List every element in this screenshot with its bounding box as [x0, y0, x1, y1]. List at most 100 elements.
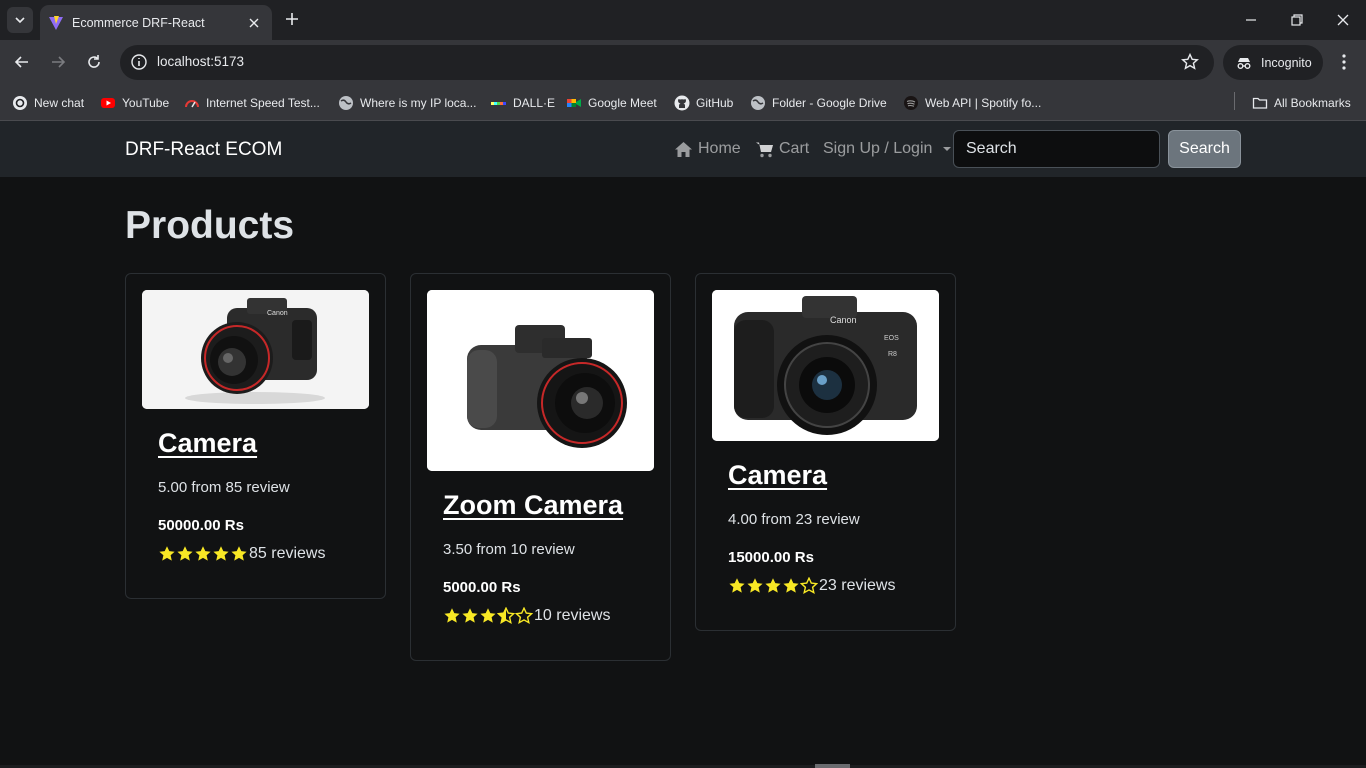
star-full-icon [195, 546, 211, 561]
product-reviews-count: 85 reviews [249, 545, 326, 562]
bookmark-google-meet[interactable]: Google Meet [566, 94, 657, 112]
dalle-icon [491, 102, 506, 105]
nav-home-label: Home [698, 140, 741, 157]
star-full-icon [462, 608, 478, 623]
incognito-label: Incognito [1261, 55, 1312, 70]
browser-tab-strip: Ecommerce DRF-React [0, 0, 1366, 40]
bookmark-label: Internet Speed Test... [206, 96, 320, 110]
star-full-icon [444, 608, 460, 623]
product-image[interactable] [427, 290, 654, 471]
product-rating-text: 3.50 from 10 review [443, 541, 575, 558]
star-empty-icon [515, 607, 533, 624]
all-bookmarks-label: All Bookmarks [1274, 96, 1351, 110]
tab-close-icon[interactable] [246, 15, 262, 31]
product-price: 50000.00 Rs [158, 517, 244, 534]
tab-search-button[interactable] [7, 7, 33, 33]
bookmark-star-icon[interactable] [1180, 52, 1200, 72]
rating-stars [728, 577, 818, 595]
svg-text:Canon: Canon [830, 315, 857, 325]
svg-text:R8: R8 [888, 351, 897, 358]
product-reviews-count: 10 reviews [534, 607, 611, 624]
camera-image-icon: Canon [142, 290, 369, 409]
nav-home-link[interactable]: Home [674, 140, 741, 158]
star-full-icon [765, 578, 781, 593]
bookmark-speedtest[interactable]: Internet Speed Test... [184, 94, 320, 112]
close-window-icon[interactable] [1333, 10, 1353, 30]
star-full-icon [213, 546, 229, 561]
chatgpt-icon [13, 96, 27, 110]
star-empty-icon [800, 577, 818, 594]
github-icon [674, 95, 690, 111]
star-full-icon [747, 578, 763, 593]
product-search-input[interactable] [953, 130, 1160, 168]
search-button[interactable]: Search [1168, 130, 1241, 168]
star-full-icon [159, 546, 175, 561]
home-icon [675, 141, 692, 157]
reload-icon[interactable] [84, 52, 104, 72]
tab-title: Ecommerce DRF-React [72, 15, 205, 30]
product-rating-text: 4.00 from 23 review [728, 511, 860, 528]
youtube-icon [101, 98, 115, 108]
product-star-rating: 85 reviews [158, 545, 325, 563]
incognito-icon [1237, 57, 1251, 69]
product-card: Canon Camera 5.00 from 85 review 50000.0… [125, 273, 386, 599]
product-reviews-count: 23 reviews [819, 577, 896, 594]
star-half-icon [497, 607, 515, 624]
bookmark-label: New chat [34, 96, 85, 110]
product-name-link[interactable]: Camera [728, 460, 827, 491]
rating-stars [158, 545, 248, 563]
new-tab-plus-icon[interactable] [283, 10, 301, 28]
product-rating-text: 5.00 from 85 review [158, 479, 290, 496]
product-name-link[interactable]: Zoom Camera [443, 490, 623, 521]
bookmarks-bar: New chat YouTube Internet Speed Test... … [0, 85, 1366, 121]
browser-menu-icon[interactable] [1334, 52, 1354, 72]
star-full-icon [729, 578, 745, 593]
all-bookmarks-button[interactable]: All Bookmarks [1252, 94, 1351, 112]
bookmark-google-drive-folder[interactable]: Folder - Google Drive [750, 94, 887, 112]
vite-favicon-icon [49, 15, 63, 30]
nav-account-label: Sign Up / Login [823, 140, 933, 157]
restore-icon[interactable] [1287, 10, 1307, 30]
product-image[interactable]: Canon [142, 290, 369, 409]
address-url[interactable]: localhost:5173 [157, 54, 244, 69]
google-meet-icon [567, 99, 581, 107]
nav-cart-link[interactable]: Cart [755, 140, 809, 158]
bookmark-label: YouTube [122, 96, 170, 110]
bookmark-new-chat[interactable]: New chat [12, 94, 84, 112]
product-star-rating: 10 reviews [443, 607, 610, 625]
bookmark-label: Google Meet [588, 96, 657, 110]
bookmark-label: DALL·E [513, 96, 556, 110]
product-card: Zoom Camera 3.50 from 10 review 5000.00 … [410, 273, 671, 661]
nav-account-dropdown[interactable]: Sign Up / Login [823, 140, 952, 158]
minimize-icon[interactable] [1241, 10, 1261, 30]
globe-icon [751, 96, 765, 110]
folder-icon [1252, 97, 1268, 109]
address-bar[interactable] [120, 45, 1214, 80]
product-star-rating: 23 reviews [728, 577, 895, 595]
brand-link[interactable]: DRF-React ECOM [125, 139, 282, 161]
forward-arrow-icon[interactable] [48, 52, 68, 72]
bookmark-youtube[interactable]: YouTube [100, 94, 169, 112]
incognito-badge[interactable]: Incognito [1223, 45, 1323, 80]
bookmark-spotify-web-api[interactable]: Web API | Spotify fo... [903, 94, 1041, 112]
scroll-handle[interactable] [815, 764, 850, 768]
caret-down-icon [943, 147, 952, 151]
product-image[interactable]: Canon EOS R8 [712, 290, 939, 441]
bookmark-label: Web API | Spotify fo... [925, 96, 1042, 110]
bookmark-dalle[interactable]: DALL·E [491, 94, 555, 112]
svg-text:EOS: EOS [884, 335, 899, 342]
bookmark-github[interactable]: GitHub [674, 94, 733, 112]
globe-icon [339, 96, 353, 110]
product-name-link[interactable]: Camera [158, 428, 257, 459]
shopping-cart-icon [756, 142, 773, 157]
speedtest-icon [185, 100, 199, 108]
camera-image-icon [427, 290, 654, 471]
back-arrow-icon[interactable] [12, 52, 32, 72]
site-info-icon[interactable] [129, 52, 149, 72]
camera-image-icon: Canon EOS R8 [712, 290, 939, 441]
bookmark-label: Where is my IP loca... [360, 96, 477, 110]
bookmark-where-is-my-ip[interactable]: Where is my IP loca... [338, 94, 476, 112]
browser-toolbar: localhost:5173 Incognito [0, 40, 1366, 85]
browser-tab-active[interactable]: Ecommerce DRF-React [40, 5, 272, 40]
bookmark-label: Folder - Google Drive [772, 96, 887, 110]
